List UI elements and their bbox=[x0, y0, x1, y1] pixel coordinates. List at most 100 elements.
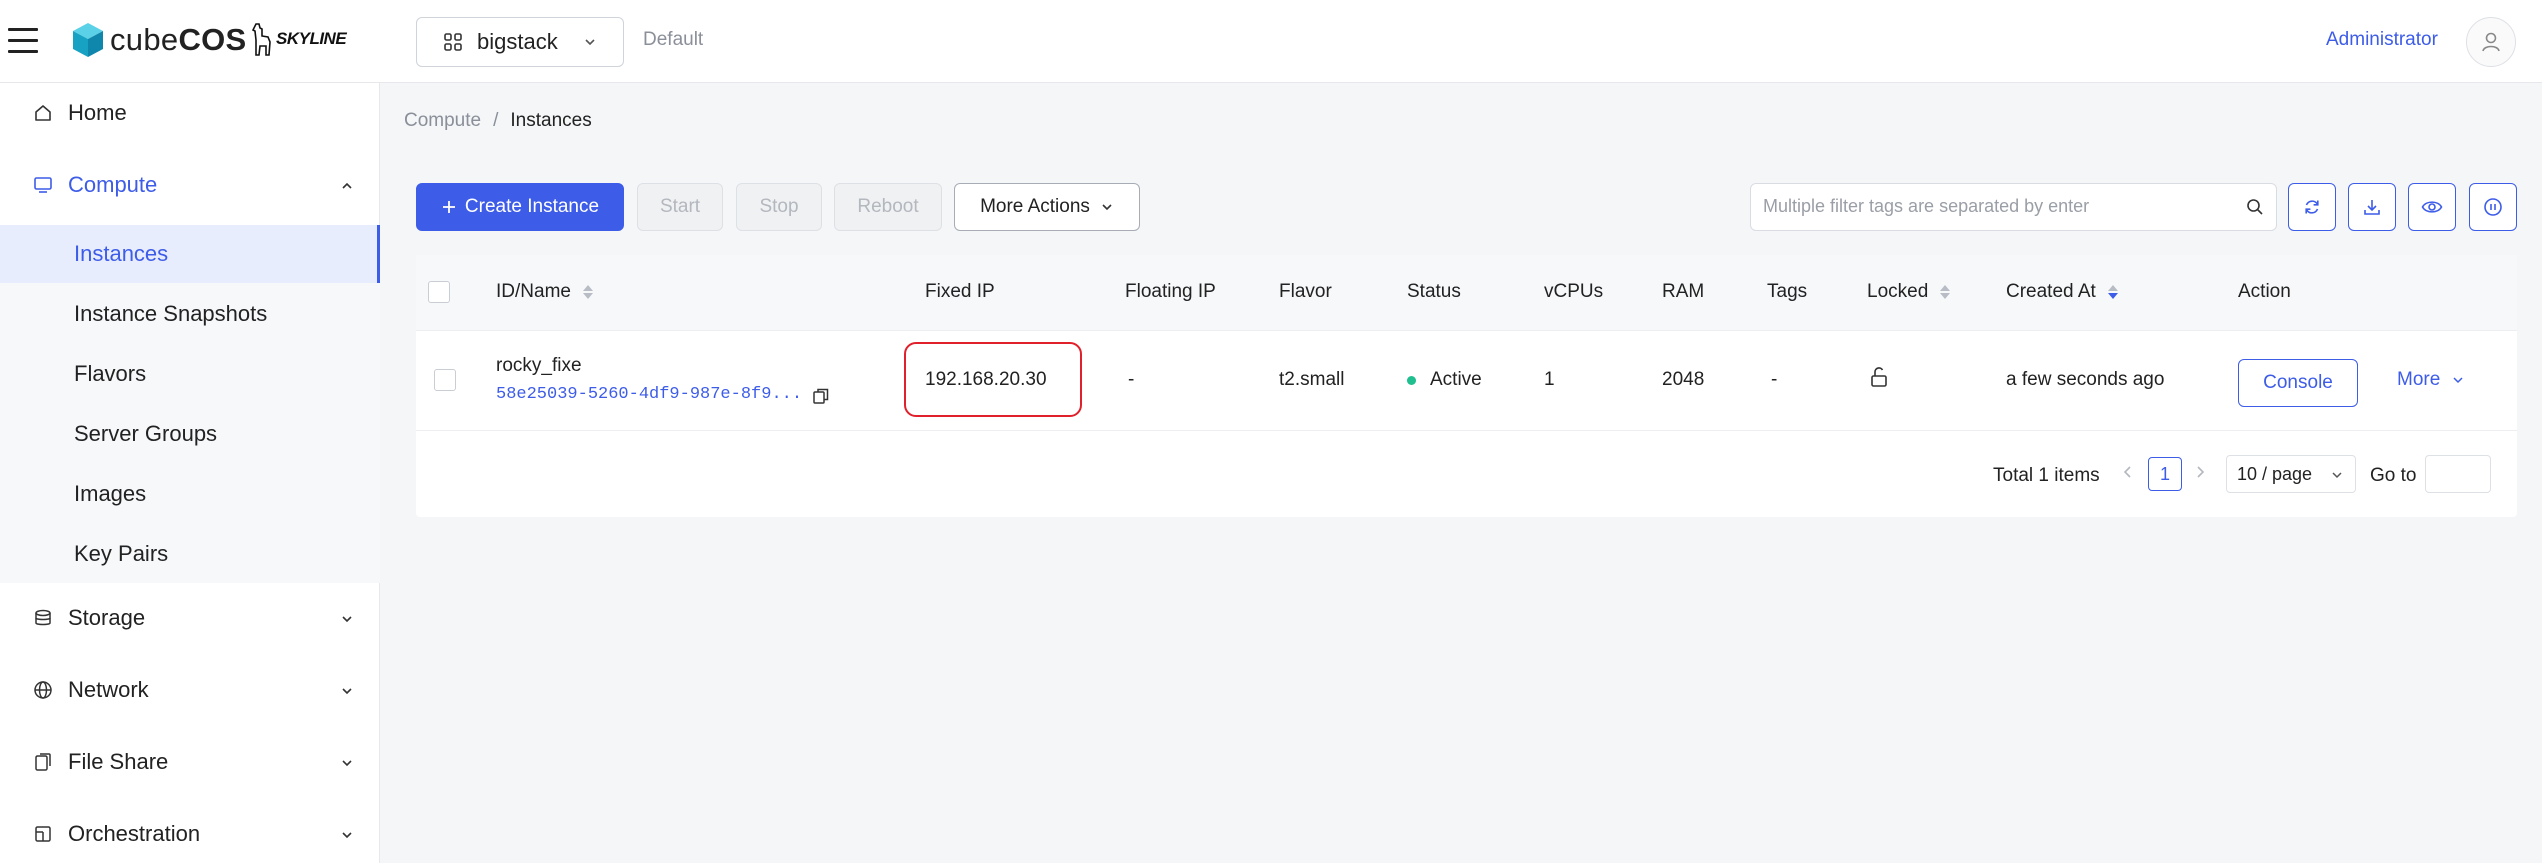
select-all-checkbox[interactable] bbox=[428, 281, 450, 303]
sidebar-item-file-share[interactable]: File Share bbox=[0, 732, 380, 792]
pagination: Total 1 items 1 10 / page Go to bbox=[416, 431, 2517, 517]
breadcrumb-instances: Instances bbox=[510, 110, 592, 131]
sidebar-item-instances[interactable]: Instances bbox=[0, 225, 380, 283]
fixed-ip: 192.168.20.30 bbox=[925, 369, 1047, 390]
project-name: bigstack bbox=[477, 29, 558, 54]
total-items: Total 1 items bbox=[1993, 465, 2100, 486]
sidebar-item-network[interactable]: Network bbox=[0, 660, 380, 720]
download-button[interactable] bbox=[2348, 183, 2396, 231]
column-flavor: Flavor bbox=[1279, 281, 1332, 302]
sidebar-item-storage[interactable]: Storage bbox=[0, 588, 380, 648]
chevron-right-icon[interactable] bbox=[2194, 465, 2206, 479]
project-selector[interactable]: bigstack bbox=[416, 17, 624, 67]
start-button[interactable]: Start bbox=[637, 183, 723, 231]
sidebar-item-instance-snapshots[interactable]: Instance Snapshots bbox=[0, 285, 380, 343]
sidebar-item-label: Network bbox=[68, 677, 149, 702]
user-name-link[interactable]: Administrator bbox=[2326, 29, 2438, 51]
chevron-up-icon bbox=[342, 182, 352, 189]
chevron-down-icon bbox=[342, 832, 352, 839]
chevron-down-icon bbox=[585, 39, 595, 46]
pause-refresh-button[interactable] bbox=[2469, 183, 2517, 231]
sidebar-item-label: Compute bbox=[68, 172, 158, 197]
filter-search bbox=[1750, 183, 2277, 231]
chevron-down-icon bbox=[342, 760, 352, 767]
console-button[interactable]: Console bbox=[2238, 359, 2358, 407]
breadcrumb-compute[interactable]: Compute bbox=[404, 110, 481, 132]
column-status: Status bbox=[1407, 281, 1461, 302]
llama-icon bbox=[251, 23, 271, 56]
column-action: Action bbox=[2238, 281, 2291, 302]
sidebar-item-compute[interactable]: Compute bbox=[0, 155, 380, 215]
sidebar-item-label: Home bbox=[68, 100, 127, 125]
chevron-down-icon bbox=[342, 616, 352, 623]
eye-icon bbox=[2421, 201, 2443, 213]
file-share-icon bbox=[32, 751, 54, 773]
refresh-button[interactable] bbox=[2288, 183, 2336, 231]
breadcrumb-separator: / bbox=[493, 110, 499, 131]
chevron-down-icon bbox=[342, 688, 352, 695]
sidebar-item-label: Storage bbox=[68, 605, 146, 630]
create-instance-label: Create Instance bbox=[464, 196, 600, 217]
sidebar-item-flavors[interactable]: Flavors bbox=[0, 345, 380, 403]
status-label: Active bbox=[1430, 369, 1482, 390]
chevron-left-icon[interactable] bbox=[2122, 465, 2134, 479]
more-actions-dropdown[interactable]: More Actions bbox=[954, 183, 1140, 231]
column-created-at[interactable]: Created At bbox=[2006, 281, 2118, 303]
column-floating-ip: Floating IP bbox=[1125, 281, 1216, 302]
sidebar-item-home[interactable]: Home bbox=[0, 83, 380, 143]
user-avatar[interactable] bbox=[2466, 17, 2516, 67]
brand-name: cubeCOS bbox=[110, 22, 247, 57]
user-icon bbox=[2482, 32, 2500, 52]
chevron-down-icon bbox=[2332, 472, 2342, 479]
plus-icon bbox=[442, 201, 455, 213]
tags: - bbox=[1771, 369, 1778, 390]
copy-icon[interactable] bbox=[812, 387, 830, 405]
cubecos-logo[interactable]: cubeCOS bbox=[72, 22, 247, 58]
skyline-logo: SKYLINE bbox=[250, 22, 347, 56]
page-number-1[interactable]: 1 bbox=[2148, 457, 2182, 491]
unlock-icon[interactable] bbox=[1869, 366, 1889, 388]
search-icon[interactable] bbox=[2246, 198, 2264, 216]
sidebar-item-server-groups[interactable]: Server Groups bbox=[0, 405, 380, 463]
globe-icon bbox=[32, 679, 54, 701]
sort-icon bbox=[582, 285, 593, 299]
sidebar-item-orchestration[interactable]: Orchestration bbox=[0, 804, 380, 863]
instances-table: ID/Name Fixed IP Floating IP Flavor Stat… bbox=[416, 255, 2517, 517]
home-icon bbox=[32, 102, 54, 124]
orchestration-icon bbox=[32, 823, 54, 845]
more-actions-link[interactable]: More bbox=[2397, 369, 2464, 391]
column-id-name[interactable]: ID/Name bbox=[496, 281, 593, 303]
floating-ip: - bbox=[1128, 369, 1135, 390]
goto-label: Go to bbox=[2370, 465, 2417, 486]
reboot-button[interactable]: Reboot bbox=[834, 183, 942, 231]
page-size-label: 10 / page bbox=[2237, 463, 2313, 484]
sidebar-item-images[interactable]: Images bbox=[0, 465, 380, 523]
sidebar-item-label: Orchestration bbox=[68, 821, 201, 846]
more-label: More bbox=[2397, 369, 2441, 390]
download-icon bbox=[2364, 200, 2380, 215]
stop-button[interactable]: Stop bbox=[736, 183, 822, 231]
column-visibility-button[interactable] bbox=[2408, 183, 2456, 231]
chevron-down-icon bbox=[2453, 377, 2463, 384]
table-row: rocky_fixe 58e25039-5260-4df9-987e-8f9..… bbox=[416, 331, 2517, 431]
database-icon bbox=[32, 607, 54, 629]
column-vcpus: vCPUs bbox=[1544, 281, 1604, 302]
grid-icon bbox=[444, 33, 462, 51]
create-instance-button[interactable]: Create Instance bbox=[416, 183, 624, 231]
goto-page-input[interactable] bbox=[2425, 455, 2491, 493]
sidebar-item-label: File Share bbox=[68, 749, 169, 774]
column-fixed-ip: Fixed IP bbox=[925, 281, 995, 302]
column-locked[interactable]: Locked bbox=[1867, 281, 1951, 303]
page-size-select[interactable]: 10 / page bbox=[2226, 455, 2356, 493]
skyline-wordmark: SKYLINE bbox=[276, 29, 347, 48]
menu-toggle-icon[interactable] bbox=[8, 28, 38, 54]
column-tags: Tags bbox=[1767, 281, 1808, 302]
instance-id-link[interactable]: 58e25039-5260-4df9-987e-8f9... bbox=[496, 385, 802, 404]
breadcrumb: Compute / Instances bbox=[404, 110, 592, 132]
column-ram: RAM bbox=[1662, 281, 1705, 302]
row-checkbox[interactable] bbox=[434, 369, 456, 391]
table-header: ID/Name Fixed IP Floating IP Flavor Stat… bbox=[416, 255, 2517, 331]
filter-search-input[interactable] bbox=[1751, 184, 2211, 228]
sidebar-item-key-pairs[interactable]: Key Pairs bbox=[0, 525, 380, 583]
status: Active bbox=[1407, 369, 1482, 391]
